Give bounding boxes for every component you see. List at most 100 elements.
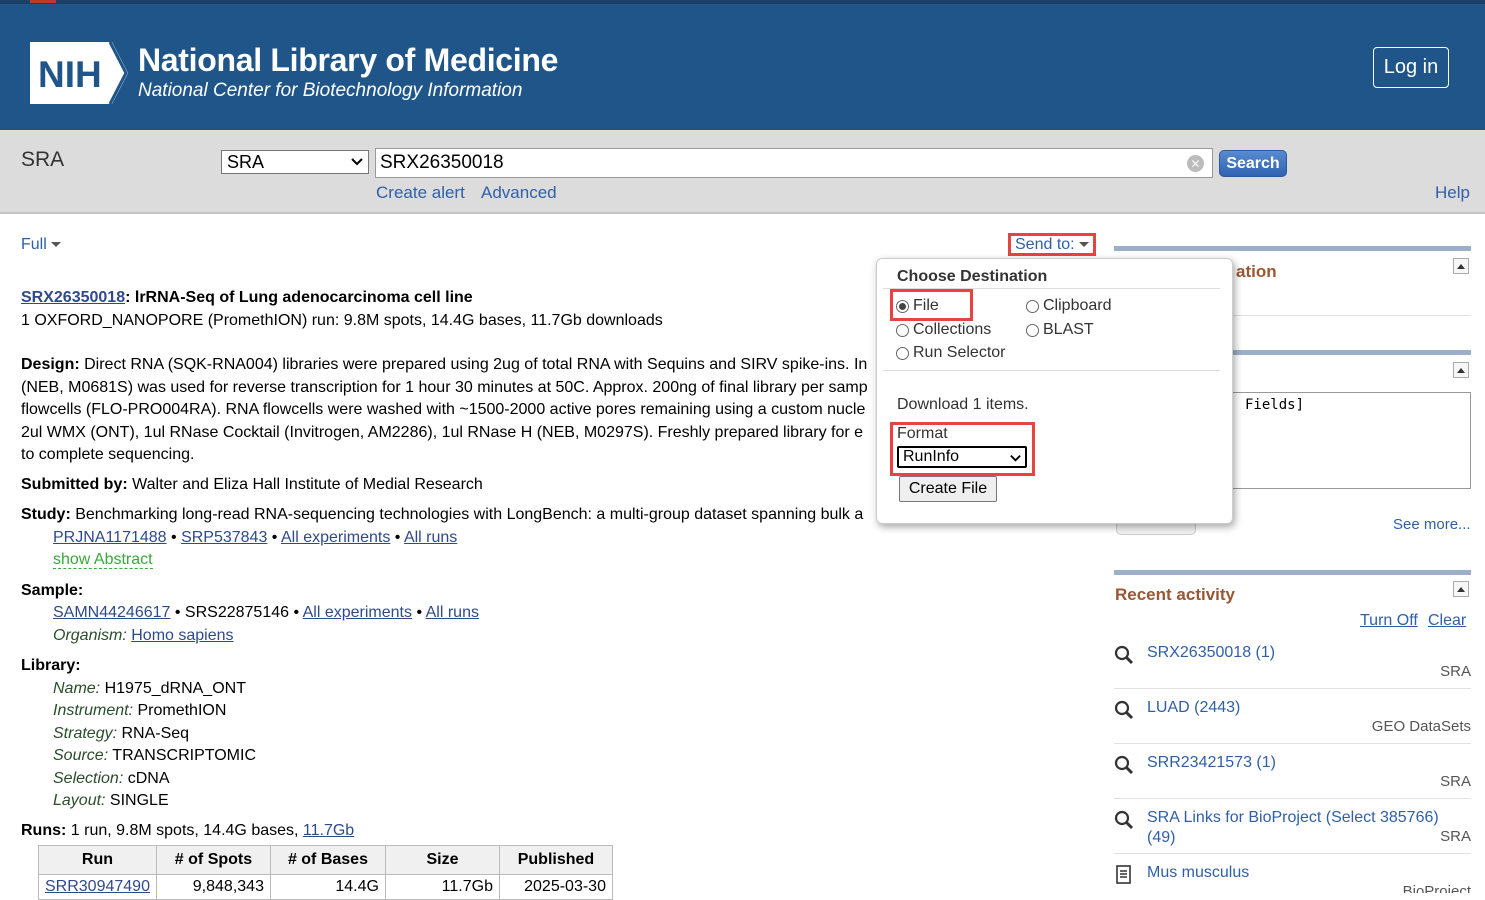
database-select[interactable]: SRA <box>221 150 369 174</box>
destination-blast-option[interactable]: BLAST <box>1026 321 1094 339</box>
search-icon <box>1114 700 1134 720</box>
sample-id: SRS22875146 <box>184 604 290 621</box>
option-label: Collections <box>913 321 992 338</box>
library-field: Source: TRANSCRIPTOMIC <box>53 745 881 768</box>
radio-icon[interactable] <box>1026 323 1039 337</box>
record-summary: 1 OXFORD_NANOPORE (PromethION) run: 9.8M… <box>21 311 663 329</box>
search-button-edge[interactable] <box>1116 524 1196 535</box>
show-abstract-link[interactable]: show Abstract <box>53 551 153 569</box>
submitted-label: Submitted by: <box>21 475 128 493</box>
organism-link[interactable]: Homo sapiens <box>131 627 233 644</box>
runs-size-link[interactable]: 11.7Gb <box>303 822 354 839</box>
search-bar: SRA SRA SRX26350018 ✕ Search Create aler… <box>0 130 1485 214</box>
download-count-text: Download 1 items. <box>897 396 1029 413</box>
design-text-4: 2ul WMX (ONT), 1ul RNase Cocktail (Invit… <box>21 423 864 441</box>
recent-item-db: BioProject <box>1402 883 1471 893</box>
library-field-key: Instrument: <box>53 702 134 719</box>
search-query: SRX26350018 <box>380 152 504 173</box>
destination-clipboard-option[interactable]: Clipboard <box>1026 297 1111 315</box>
display-format-label: Full <box>21 236 47 253</box>
radio-icon[interactable] <box>896 323 909 337</box>
run-link[interactable]: SRR30947490 <box>45 878 150 895</box>
recent-item-text[interactable]: Mus musculus <box>1147 863 1447 883</box>
recent-item-text[interactable]: LUAD (2443) <box>1147 698 1447 718</box>
record-title: SRX26350018: lrRNA-Seq of Lung adenocarc… <box>21 287 881 310</box>
collapse-toggle[interactable] <box>1453 362 1469 378</box>
biosample-link[interactable]: SAMN44246617 <box>53 604 170 621</box>
radio-icon[interactable] <box>1026 299 1039 313</box>
search-input[interactable]: SRX26350018 ✕ <box>375 148 1213 178</box>
search-details-textarea[interactable]: Fields] <box>1230 392 1471 489</box>
advanced-search-link[interactable]: Advanced <box>481 183 557 203</box>
bioproject-link[interactable]: PRJNA1171488 <box>53 529 167 546</box>
runs-summary: Runs: 1 run, 9.8M spots, 14.4G bases, 11… <box>21 820 881 843</box>
chevron-down-icon <box>351 158 363 166</box>
search-icon <box>1114 810 1134 830</box>
submitted-text: Walter and Eliza Hall Institute of Media… <box>127 475 483 493</box>
site-title: National Library of Medicine <box>138 42 559 78</box>
record-details: SRX26350018: lrRNA-Seq of Lung adenocarc… <box>21 287 881 842</box>
design-text-5: to complete sequencing. <box>21 446 195 463</box>
column-header: # of Bases <box>269 845 386 875</box>
sample-all-runs-link[interactable]: All runs <box>426 604 479 621</box>
design-text: Direct RNA (SQK-RNA004) libraries were p… <box>79 356 868 373</box>
recent-item-text[interactable]: SRX26350018 (1) <box>1147 643 1447 663</box>
list-item[interactable]: LUAD (2443) GEO DataSets <box>1114 698 1471 743</box>
study-label: Study: <box>21 506 71 523</box>
collapse-toggle[interactable] <box>1453 581 1469 597</box>
table-cell: 14.4G <box>269 874 386 900</box>
search-icon <box>1114 755 1134 775</box>
list-item[interactable]: SRX26350018 (1) SRA <box>1114 643 1471 688</box>
table-cell: 9,848,343 <box>155 874 271 900</box>
send-to-popup: Choose Destination File Clipboard Collec… <box>876 258 1233 524</box>
radio-icon[interactable] <box>896 346 909 360</box>
search-details-text: Fields] <box>1245 397 1305 413</box>
table-header-row: Run # of Spots # of Bases Size Published <box>38 845 613 875</box>
create-alert-link[interactable]: Create alert <box>376 183 465 203</box>
run-link-cell[interactable]: SRR30947490 <box>38 874 157 900</box>
library-field-value: H1975_dRNA_ONT <box>100 679 246 697</box>
list-item[interactable]: SRA Links for BioProject (Select 385766)… <box>1114 808 1471 853</box>
recent-item-db: SRA <box>1440 773 1471 790</box>
create-file-button[interactable]: Create File <box>899 476 997 502</box>
turn-off-link[interactable]: Turn Off <box>1360 612 1418 630</box>
study-links: PRJNA1171488 • SRP537843 • All experimen… <box>53 528 458 546</box>
clear-icon[interactable]: ✕ <box>1187 155 1204 172</box>
nih-logo-icon[interactable]: NIH <box>30 42 128 104</box>
library-field: Name: H1975_dRNA_ONT <box>53 678 881 701</box>
top-accent-bar <box>30 0 56 3</box>
recent-item-text[interactable]: SRR23421573 (1) <box>1147 753 1447 773</box>
send-to-menu[interactable]: Send to: <box>1008 233 1096 256</box>
divider <box>1114 798 1471 799</box>
clear-link[interactable]: Clear <box>1428 612 1466 630</box>
record-accession-link[interactable]: SRX26350018 <box>21 289 125 306</box>
display-format-menu[interactable]: Full <box>21 236 61 254</box>
recent-item-text[interactable]: SRA Links for BioProject (Select 385766)… <box>1147 808 1447 848</box>
login-button[interactable]: Log in <box>1373 47 1449 88</box>
chevron-up-icon <box>1457 367 1465 373</box>
collapse-toggle[interactable] <box>1453 258 1469 274</box>
see-more-link[interactable]: See more... <box>1393 516 1471 533</box>
sample-section: Sample: <box>21 580 881 603</box>
destination-run-selector-option[interactable]: Run Selector <box>896 344 1006 362</box>
column-header: Run <box>38 845 157 875</box>
search-button[interactable]: Search <box>1219 150 1287 177</box>
organism-row: Organism: Homo sapiens <box>21 625 881 648</box>
help-link[interactable]: Help <box>1435 183 1470 203</box>
recent-item-db: SRA <box>1440 828 1471 845</box>
study-section: Study: Benchmarking long-read RNA-sequen… <box>21 504 881 527</box>
library-field: Selection: cDNA <box>53 768 881 791</box>
popup-title: Choose Destination <box>897 268 1048 285</box>
study-all-runs-link[interactable]: All runs <box>404 529 457 546</box>
list-item[interactable]: Mus musculus BioProject <box>1114 863 1471 893</box>
recent-item-db: SRA <box>1440 663 1471 680</box>
library-field-key: Strategy: <box>53 724 118 742</box>
study-all-experiments-link[interactable]: All experiments <box>281 529 390 546</box>
srp-link[interactable]: SRP537843 <box>181 529 267 546</box>
chevron-up-icon <box>1457 586 1465 592</box>
database-select-value: SRA <box>227 151 265 172</box>
list-item[interactable]: SRR23421573 (1) SRA <box>1114 753 1471 798</box>
option-label: Run Selector <box>913 344 1006 361</box>
destination-collections-option[interactable]: Collections <box>896 321 991 339</box>
sample-all-experiments-link[interactable]: All experiments <box>303 604 412 621</box>
